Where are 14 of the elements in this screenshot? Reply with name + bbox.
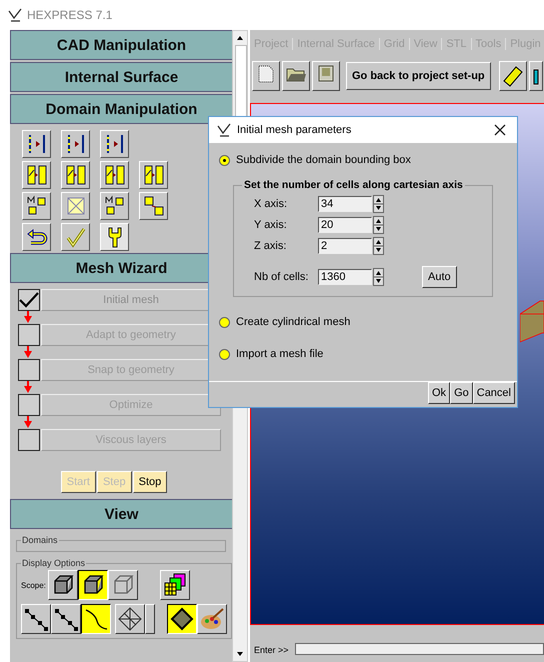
command-label: Enter >>	[254, 645, 289, 655]
field-label: X axis:	[254, 198, 288, 210]
field-label: Z axis:	[254, 240, 288, 252]
field-label: Y axis:	[254, 218, 288, 231]
app-title: HEXPRESS 7.1	[27, 8, 112, 22]
group-label: Domains	[21, 535, 59, 545]
option-label: Subdivide the domain bounding box	[236, 154, 411, 166]
field-label: Nb of cells:	[254, 271, 310, 284]
scope-label: Scope:	[21, 580, 46, 590]
option-label: Create cylindrical mesh	[236, 316, 350, 328]
dialog-title: Initial mesh parameters	[237, 124, 352, 136]
group-label: Display Options	[21, 558, 86, 568]
group-title: Set the number of cells along cartesian axis	[243, 179, 464, 192]
option-label: Import a mesh file	[236, 348, 324, 360]
